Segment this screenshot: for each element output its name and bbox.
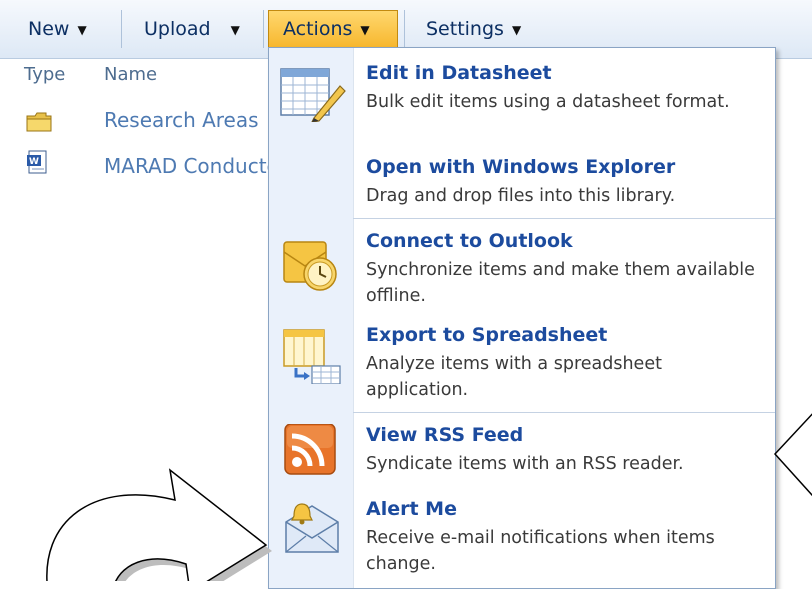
settings-label: Settings [426, 18, 504, 40]
menu-divider [353, 412, 775, 413]
curved-arrow-shadow [53, 476, 272, 581]
menu-item-edit-in-datasheet[interactable]: Edit in Datasheet Bulk edit items using … [269, 62, 775, 138]
word-document-icon: W [27, 150, 47, 174]
menu-item-description: Synchronize items and make them availabl… [366, 260, 755, 306]
menu-item-title: Alert Me [366, 498, 457, 520]
alert-bell-icon [285, 503, 339, 553]
menu-item-alert-me[interactable]: Alert Me Receive e-mail notifications wh… [269, 498, 775, 582]
dropdown-arrow-icon: ▼ [360, 22, 370, 37]
menu-item-connect-to-outlook[interactable]: Connect to Outlook Synchronize items and… [269, 230, 775, 314]
menu-item-title: Edit in Datasheet [366, 62, 552, 84]
actions-menu-button[interactable]: Actions ▼ [268, 10, 398, 48]
outlook-icon [283, 241, 337, 291]
new-menu-button[interactable]: New ▼ [14, 10, 101, 48]
menu-divider [353, 218, 775, 219]
actions-label: Actions [283, 18, 353, 40]
column-header-type[interactable]: Type [24, 64, 65, 85]
menu-item-title: Open with Windows Explorer [366, 156, 676, 178]
svg-text:W: W [29, 157, 39, 167]
folder-icon [26, 112, 52, 132]
list-item-name[interactable]: MARAD Conducted Research [104, 154, 268, 178]
upload-label: Upload [144, 18, 211, 40]
datasheet-icon [280, 68, 346, 122]
dropdown-arrow-icon: ▼ [230, 22, 240, 37]
menu-item-export-to-spreadsheet[interactable]: Export to Spreadsheet Analyze items with… [269, 324, 775, 408]
list-item-name[interactable]: Research Areas [104, 108, 268, 132]
actions-dropdown-menu: Edit in Datasheet Bulk edit items using … [268, 47, 776, 589]
menu-item-description: Analyze items with a spreadsheet applica… [366, 354, 662, 400]
column-header-name[interactable]: Name [104, 64, 157, 85]
menu-item-description: Receive e-mail notifications when items … [366, 528, 715, 574]
rss-icon [284, 424, 336, 475]
right-arrow-callout [773, 413, 812, 497]
new-label: New [28, 18, 70, 40]
toolbar-separator [404, 10, 405, 48]
curved-arrow-callout [46, 468, 268, 581]
menu-item-title: Export to Spreadsheet [366, 324, 608, 346]
dropdown-arrow-icon: ▼ [511, 22, 522, 37]
menu-item-open-with-windows-explorer[interactable]: Open with Windows Explorer Drag and drop… [269, 156, 775, 216]
menu-item-description: Syndicate items with an RSS reader. [366, 454, 684, 474]
explorer-icon [276, 156, 346, 212]
upload-menu-button[interactable]: Upload ▼ [130, 10, 254, 48]
settings-menu-button[interactable]: Settings ▼ [412, 10, 535, 48]
dropdown-arrow-icon: ▼ [77, 22, 87, 37]
spreadsheet-export-icon [283, 329, 341, 384]
menu-item-description: Bulk edit items using a datasheet format… [366, 92, 730, 112]
menu-item-title: View RSS Feed [366, 424, 524, 446]
menu-item-title: Connect to Outlook [366, 230, 573, 252]
menu-item-view-rss-feed[interactable]: View RSS Feed Syndicate items with an RS… [269, 424, 775, 484]
toolbar-separator [121, 10, 122, 48]
toolbar-separator [263, 10, 264, 48]
menu-item-description: Drag and drop files into this library. [366, 186, 676, 206]
